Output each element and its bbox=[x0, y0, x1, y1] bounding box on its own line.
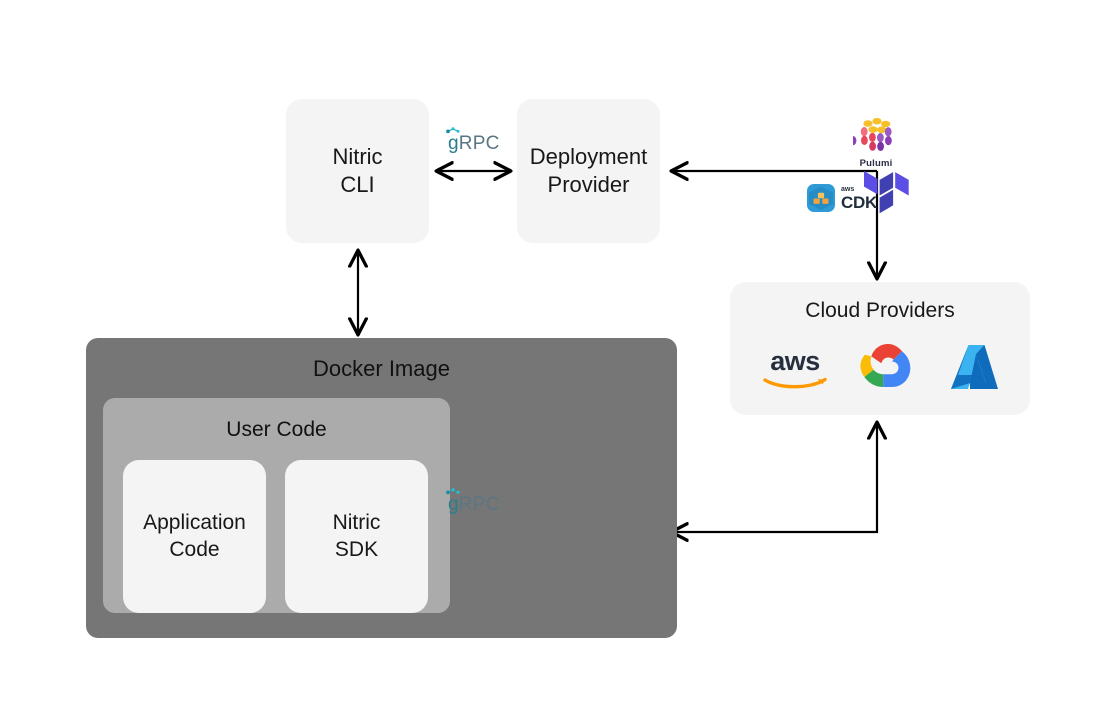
svg-text:aws: aws bbox=[770, 346, 820, 376]
arrow-runtime-cloud bbox=[672, 423, 877, 532]
pulumi-logo: Pulumi bbox=[849, 117, 899, 169]
google-cloud-icon bbox=[859, 341, 917, 398]
user-code-title: User Code bbox=[226, 418, 327, 441]
deployment-provider-label-line1: Deployment bbox=[529, 144, 648, 170]
aws-icon: aws bbox=[759, 344, 831, 395]
cloud-logo-row: aws bbox=[730, 338, 1030, 400]
terraform-logo bbox=[863, 166, 909, 223]
nitric-sdk-label-line2: SDK bbox=[334, 537, 379, 561]
grpc-top-rpc: RPC bbox=[458, 133, 500, 154]
architecture-diagram: Nitric CLI Deployment Provider Runtime P… bbox=[0, 0, 1120, 711]
grpc-top-g: g bbox=[448, 133, 459, 154]
node-deployment-provider[interactable]: Deployment Provider bbox=[517, 99, 660, 243]
nitric-cli-label-line2: CLI bbox=[340, 172, 375, 197]
docker-image-title: Docker Image bbox=[313, 356, 450, 381]
application-code-label-line1: Application bbox=[143, 510, 246, 534]
nitric-cli-label-line1: Nitric bbox=[332, 144, 383, 170]
nitric-sdk-label-line1: Nitric bbox=[332, 510, 381, 534]
group-docker-image: Docker Image User Code Application Code … bbox=[86, 338, 677, 638]
grpc-label-bottom: gRPC bbox=[446, 488, 500, 516]
azure-icon bbox=[946, 342, 1002, 397]
aws-cdk-icon bbox=[807, 184, 835, 212]
group-user-code: User Code Application Code Nitric SDK bbox=[103, 398, 450, 613]
node-application-code[interactable]: Application Code bbox=[123, 460, 266, 613]
grpc-bottom-rpc: RPC bbox=[458, 494, 500, 515]
grpc-label-top: gRPC bbox=[446, 127, 500, 155]
group-cloud-providers: Cloud Providers aws bbox=[730, 282, 1030, 415]
cloud-providers-title: Cloud Providers bbox=[805, 299, 955, 322]
node-nitric-cli[interactable]: Nitric CLI bbox=[286, 99, 429, 243]
pulumi-icon bbox=[849, 117, 892, 151]
terraform-icon bbox=[864, 171, 909, 214]
node-nitric-sdk[interactable]: Nitric SDK bbox=[285, 460, 428, 613]
application-code-label-line2: Code bbox=[169, 537, 220, 561]
grpc-bottom-g: g bbox=[448, 494, 459, 515]
deployment-provider-label-line2: Provider bbox=[547, 172, 630, 197]
